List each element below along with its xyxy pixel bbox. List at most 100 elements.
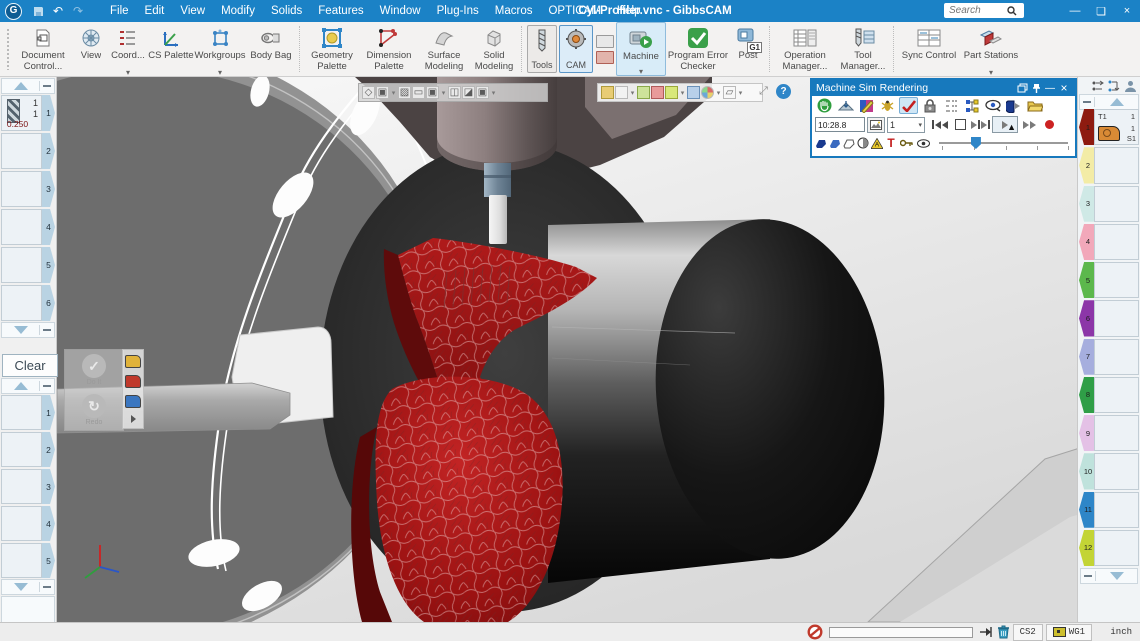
op-tile-11[interactable]: 11: [1079, 491, 1139, 529]
sync-nodes-icon[interactable]: [1092, 80, 1104, 92]
scroll-up-button[interactable]: [2, 382, 39, 390]
op-tab[interactable]: 2: [1079, 147, 1094, 183]
cs-indicator-button[interactable]: CS2: [1013, 624, 1043, 641]
op-tab[interactable]: 3: [1079, 186, 1094, 222]
op-tile-7[interactable]: 7: [1079, 338, 1139, 376]
tool-tile-6[interactable]: 6: [1, 284, 55, 322]
op-tile-9[interactable]: 9: [1079, 414, 1139, 452]
select-mode-icon[interactable]: ◇: [362, 86, 375, 99]
chevron-down-icon[interactable]: ▾: [629, 86, 636, 99]
axis-values-icon[interactable]: [941, 97, 960, 114]
shaded-view-icon[interactable]: ◪: [462, 86, 475, 99]
scroll-down-button[interactable]: [2, 326, 39, 334]
machine-button[interactable]: Machine ▾: [616, 22, 666, 76]
stock-shaded-icon[interactable]: [829, 136, 841, 150]
maximize-button[interactable]: ❏: [1088, 0, 1114, 22]
menu-plugins[interactable]: Plug-Ins: [429, 3, 487, 19]
do-it-button[interactable]: ✓: [82, 354, 106, 378]
operator-person-icon[interactable]: [1124, 80, 1137, 92]
key-icon[interactable]: [899, 136, 914, 150]
stock-solid-icon[interactable]: [815, 136, 827, 150]
step-forward-button[interactable]: [971, 117, 990, 132]
speed-slider[interactable]: [939, 135, 1072, 151]
collapse-list-button[interactable]: [1080, 97, 1095, 107]
chevron-down-icon[interactable]: ▾: [490, 86, 497, 99]
op-tile-12[interactable]: 12: [1079, 529, 1139, 567]
cascade-icon[interactable]: [1015, 82, 1029, 94]
run-to-end-button[interactable]: [1020, 117, 1038, 132]
cs-palette-button[interactable]: CS Palette: [148, 22, 194, 76]
tools-button[interactable]: Tools: [527, 25, 557, 73]
lock-report-icon[interactable]: [920, 97, 939, 114]
expand-view-icon[interactable]: ⤢: [757, 85, 770, 98]
op-tab[interactable]: 4: [1079, 224, 1094, 260]
tool-display-icon[interactable]: [1004, 97, 1023, 114]
minimize-button[interactable]: —: [1062, 0, 1088, 22]
menu-features[interactable]: Features: [310, 3, 371, 19]
op-tile-4[interactable]: 4: [1079, 223, 1139, 261]
wireframe-display-icon[interactable]: ▱: [723, 86, 736, 99]
save-button[interactable]: [29, 3, 47, 19]
render-colors-icon[interactable]: [857, 97, 876, 114]
expand-list-button[interactable]: [39, 582, 54, 592]
ghost-display-icon[interactable]: [615, 86, 628, 99]
part-display-icon[interactable]: [651, 86, 664, 99]
expand-list-button[interactable]: [39, 325, 54, 335]
visibility-run-icon[interactable]: [983, 97, 1002, 114]
redo-button[interactable]: ↷: [69, 3, 87, 19]
marker-tab[interactable]: 1: [42, 395, 55, 430]
chevron-down-icon[interactable]: ▾: [440, 86, 447, 99]
op-tree-icon[interactable]: [962, 97, 981, 114]
expand-list-button[interactable]: [1081, 571, 1096, 581]
hold-hand-icon[interactable]: [815, 97, 834, 114]
redo-button[interactable]: ↻: [82, 394, 106, 418]
marker-tab[interactable]: 3: [42, 469, 55, 504]
menu-view[interactable]: View: [172, 3, 213, 19]
scroll-down-button[interactable]: [1096, 572, 1137, 580]
sim-time-field[interactable]: 10:28.8: [815, 117, 865, 132]
menu-window[interactable]: Window: [372, 3, 429, 19]
tool-manager-button[interactable]: Tool Manager...: [836, 22, 890, 76]
scroll-up-button[interactable]: [2, 82, 39, 90]
snapshot-button[interactable]: [867, 117, 885, 133]
op-tab[interactable]: 7: [1079, 339, 1094, 375]
scroll-down-button[interactable]: [2, 583, 39, 591]
cs-view-icon[interactable]: ▣: [476, 86, 489, 99]
view-button[interactable]: View: [74, 22, 108, 76]
color-wheel-icon[interactable]: [701, 86, 714, 99]
clear-button[interactable]: Clear: [2, 354, 58, 377]
cam-button[interactable]: CAM: [559, 25, 593, 73]
marker-tab[interactable]: 4: [42, 506, 55, 541]
post-button[interactable]: G1 Post: [730, 22, 766, 76]
play-button[interactable]: ▲: [992, 116, 1018, 133]
op-tile-10[interactable]: 10: [1079, 452, 1139, 490]
trash-icon[interactable]: [997, 625, 1010, 639]
op-tab[interactable]: 1: [1079, 109, 1094, 145]
op-tile-1[interactable]: 1 T1 1 1 S1: [1079, 108, 1139, 146]
sim-palette-titlebar[interactable]: Machine Sim Rendering — ×: [812, 80, 1075, 96]
minimize-palette-icon[interactable]: —: [1043, 82, 1057, 94]
chevron-down-icon[interactable]: ▾: [679, 86, 686, 99]
workgroup-indicator-button[interactable]: WG1: [1046, 624, 1092, 641]
body-bag-button[interactable]: Body Bag: [246, 22, 296, 76]
search-box[interactable]: [944, 3, 1024, 18]
document-control-button[interactable]: Document Control...: [12, 22, 74, 76]
op-tab[interactable]: 10: [1079, 453, 1094, 489]
collapse-list-button[interactable]: [39, 81, 54, 91]
op-tile-6[interactable]: 6: [1079, 299, 1139, 337]
fixture-part-icon[interactable]: [125, 395, 141, 408]
slider-thumb[interactable]: [971, 137, 981, 149]
marker-tile-4[interactable]: 4: [1, 505, 55, 542]
marker-tile-5[interactable]: 5: [1, 542, 55, 579]
tool-tab[interactable]: 4: [42, 209, 55, 245]
axis-warning-icon[interactable]: A: [871, 136, 883, 150]
geometry-palette-button[interactable]: Geometry Palette: [304, 22, 360, 76]
scroll-up-button[interactable]: [1095, 98, 1138, 106]
tool-tile-2[interactable]: 2: [1, 132, 55, 170]
coord-button[interactable]: Coord... ▾: [108, 22, 148, 76]
tool-tab[interactable]: 1: [42, 95, 55, 131]
stock-compare-icon[interactable]: [836, 97, 855, 114]
record-button[interactable]: [1040, 117, 1058, 132]
screenshot-icon[interactable]: ◫: [448, 86, 461, 99]
speed-dropdown[interactable]: 1 ▾: [887, 117, 925, 133]
